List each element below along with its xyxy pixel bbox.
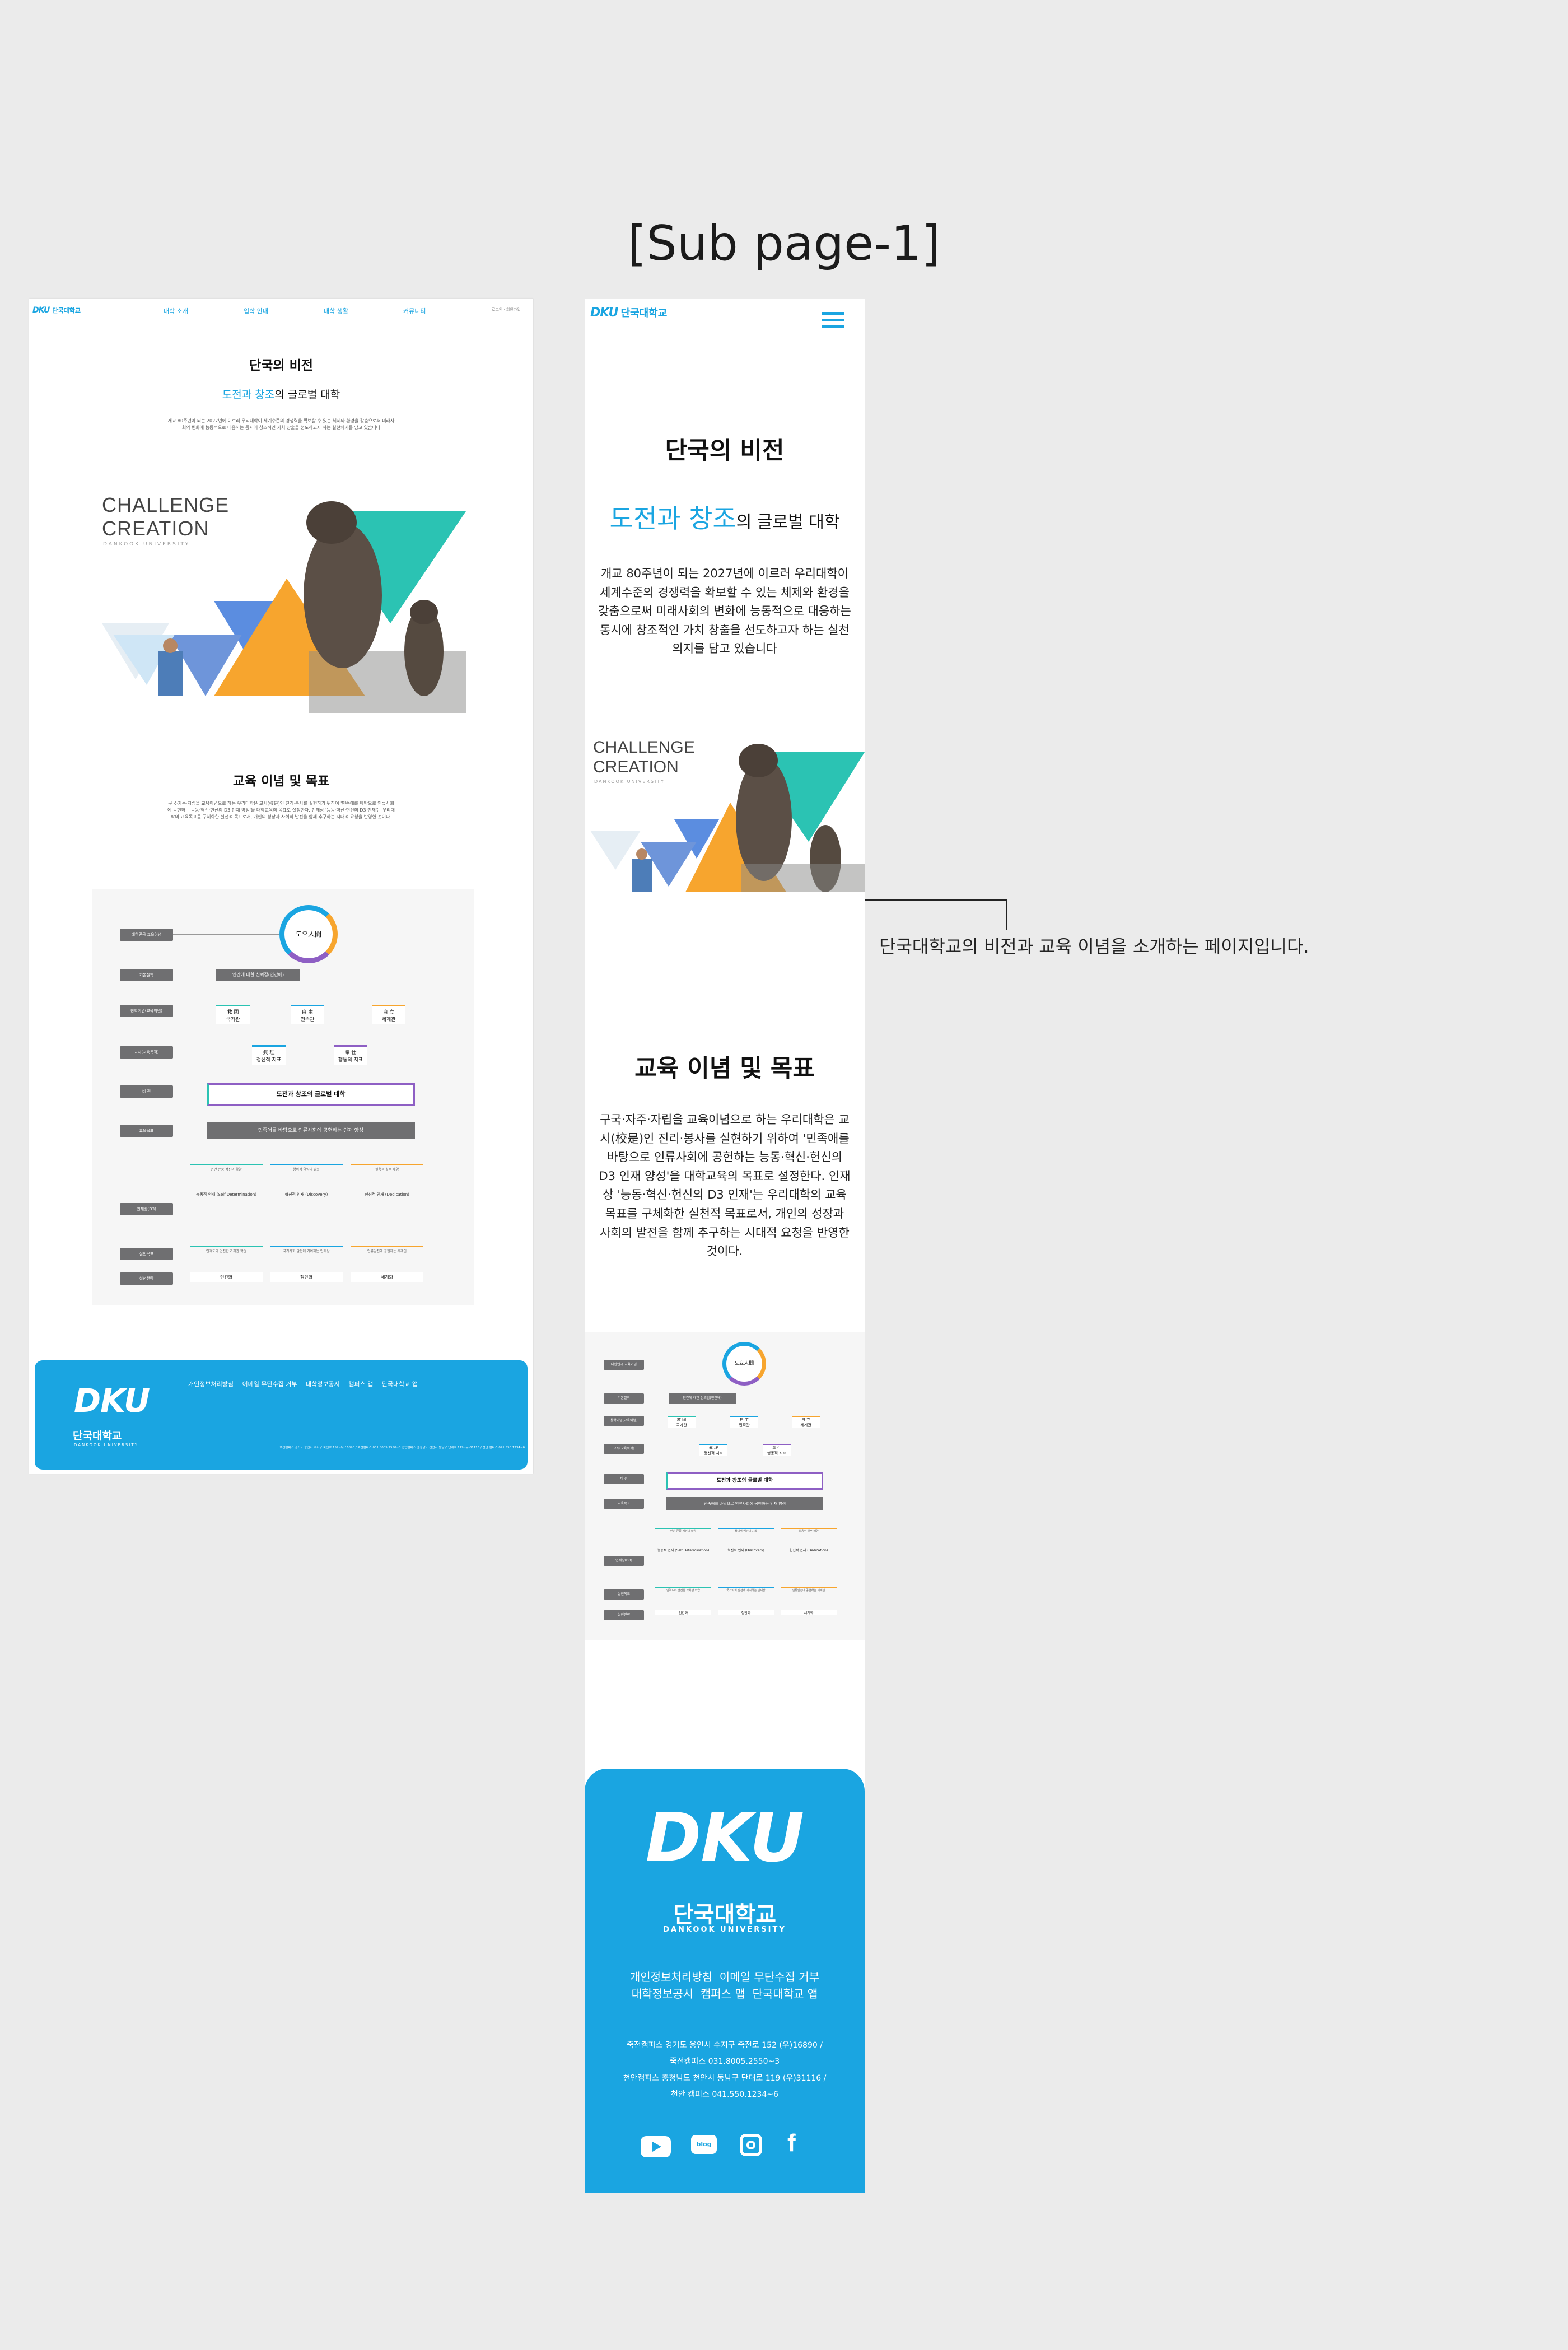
motto-box: 奉 仕 행동적 지표 — [334, 1045, 367, 1065]
logo-name: 단국대학교 — [620, 307, 668, 319]
desktop-mockup: DKU 단국대학교 대학 소개 입학 안내 대학 생활 커뮤니티 로그인 · 회… — [29, 299, 533, 1474]
creation-word: CREATION — [593, 758, 679, 776]
app-link[interactable]: 단국대학교 앱 — [382, 1381, 418, 1388]
education-diagram-mobile: 대한민국 교육이념 기본철학 창학이념(교육이념) 교시(교육목적) 비 전 교… — [585, 1332, 865, 1640]
footer-address: 죽전캠퍼스 경기도 용인시 수지구 죽전로 152 (우)16890 / 죽전캠… — [623, 2041, 827, 2100]
center-circle: 도요人間 — [279, 905, 338, 963]
nav-item-community[interactable]: 커뮤니티 — [403, 306, 426, 315]
mobile-footer: DKU 단국대학교 DANKOOK UNIVERSITY 개인정보처리방침 이메… — [585, 1769, 865, 2193]
d3-title: 능동적 인재 (Self Determination) — [196, 1192, 256, 1197]
diagram-label: 창학이념(교육이념) — [120, 1005, 173, 1017]
email-refusal-link[interactable]: 이메일 무단수집 거부 — [242, 1381, 297, 1388]
education-diagram: 대한민국 교육이념 기본철학 창학이념(교육이념) 교시(교육목적) 비 전 교… — [92, 889, 474, 1305]
instagram-icon[interactable] — [740, 2134, 762, 2156]
blog-icon[interactable]: blog — [691, 2135, 717, 2154]
philosophy-box: 인간에 대한 신뢰감(인간애) — [216, 969, 300, 981]
footer-logo-mark: DKU — [74, 1382, 150, 1420]
youtube-icon[interactable] — [641, 2136, 671, 2157]
challenge-subtitle: DANKOOK UNIVERSITY — [594, 779, 665, 784]
vision-graphic: CHALLENGE CREATION DANKOOK UNIVERSITY — [102, 483, 466, 719]
footer-logo-name: 단국대학교 — [673, 1902, 776, 1928]
campus-map-link[interactable]: 캠퍼스 맵 — [701, 1987, 745, 2001]
strategy-item: 세계화 — [351, 1272, 423, 1282]
d3-title: 혁신적 인재 (Discovery) — [284, 1192, 328, 1197]
logo-name: 단국대학교 — [52, 307, 81, 314]
nav-item-admission[interactable]: 입학 안내 — [244, 306, 268, 315]
social-icons: blog f — [641, 2129, 814, 2158]
vision-title: 단국의 비전 — [249, 358, 313, 373]
motto-box: 眞 理 정신적 지표 — [252, 1045, 286, 1065]
privacy-link[interactable]: 개인정보처리방침 — [630, 1970, 712, 1984]
app-link[interactable]: 단국대학교 앱 — [753, 1987, 818, 2001]
footer-logo-en: DANKOOK UNIVERSITY — [663, 1925, 786, 1934]
header-logo[interactable]: DKU 단국대학교 — [32, 304, 94, 315]
vision-graphic: CHALLENGE CREATION DANKOOK UNIVERSITY — [590, 730, 865, 892]
privacy-link[interactable]: 개인정보처리방침 — [188, 1381, 234, 1388]
strategy-item: 인간화 — [190, 1272, 263, 1282]
annotation-text: 단국대학교의 비전과 교육 이념을 소개하는 페이지입니다. — [879, 936, 1309, 957]
campus-map-link[interactable]: 캠퍼스 맵 — [348, 1381, 373, 1388]
diagram-label: 대한민국 교육이념 — [120, 929, 173, 941]
diagram-label: 교육목표 — [120, 1125, 173, 1137]
hamburger-menu-icon[interactable] — [822, 312, 844, 330]
disclosure-link[interactable]: 대학정보공시 — [306, 1381, 340, 1388]
practice-item: 인격도야 건전한 가치관 학습 — [190, 1246, 263, 1255]
diagram-label: 교시(교육목적) — [120, 1046, 173, 1059]
strategy-item: 첨단화 — [270, 1272, 343, 1282]
signup-link[interactable]: 회원가입 — [506, 307, 521, 312]
challenge-word: CHALLENGE — [102, 493, 230, 516]
logo-mark: DKU — [32, 306, 50, 315]
edu-body: 구국·자주·자립을 교육이념으로 하는 우리대학은 교시(校是)인 진리·봉사를… — [167, 801, 395, 819]
vision-slogan: 도전과 창조의 글로벌 대학 — [29, 386, 533, 402]
edu-title: 교육 이념 및 목표 — [232, 774, 330, 789]
vision-rest: 의 글로벌 대학 — [274, 389, 340, 401]
nav-item-campus-life[interactable]: 대학 생활 — [324, 306, 348, 315]
mobile-mockup: DKU 단국대학교 단국의 비전 도전과 창조의 글로벌 대학 개교 80주년이… — [585, 299, 865, 2193]
d3-head: 창의적 역량의 강화 — [270, 1164, 343, 1173]
d3-title: 헌신적 인재 (Dedication) — [365, 1192, 409, 1197]
challenge-word: CHALLENGE — [593, 738, 695, 757]
d3-head: 인간 존중 정신의 함양 — [190, 1164, 263, 1173]
vision-box: 도전과 창조의 글로벌 대학 — [207, 1083, 415, 1106]
login-link[interactable]: 로그인 — [492, 307, 502, 312]
footer-address-desktop: 죽전캠퍼스 경기도 용인시 수지구 죽전로 152 (우)16890 / 죽전캠… — [279, 1446, 525, 1449]
diagram-label: 인재상(D3) — [120, 1203, 173, 1215]
vision-highlight: 도전과 창조 — [222, 389, 275, 401]
d3-head: 실용적 실무 배양 — [351, 1164, 423, 1173]
footer-logo-en: DANKOOK UNIVERSITY — [74, 1443, 138, 1447]
challenge-subtitle: DANKOOK UNIVERSITY — [103, 542, 190, 547]
nav-item-about[interactable]: 대학 소개 — [164, 306, 188, 315]
mobile-header-logo[interactable]: DKU 단국대학교 — [590, 305, 667, 320]
disclosure-link[interactable]: 대학정보공시 — [632, 1987, 693, 2001]
edu-body: 구국·자주·자립을 교육이념으로 하는 우리대학은 교시(校是)인 진리·봉사를… — [599, 1113, 851, 1258]
util-links: 로그인 · 회원가입 — [492, 307, 521, 312]
edu-title: 교육 이념 및 목표 — [634, 1055, 815, 1083]
ideal-box: 自 主 민족관 — [291, 1005, 324, 1024]
diagram-label: 실천목표 — [120, 1248, 173, 1260]
goal-box: 민족애를 바탕으로 인류사회에 공헌하는 인재 양성 — [207, 1122, 415, 1139]
practice-item: 국가사회 발전에 기여하는 인재상 — [270, 1246, 343, 1255]
footer-logo-mark: DKU — [645, 1799, 805, 1877]
vision-body: 개교 80주년이 되는 2027년에 이르러 우리대학이 세계수준의 경쟁력을 … — [167, 418, 395, 430]
ideal-box: 自 立 세계관 — [372, 1005, 405, 1024]
facebook-icon[interactable]: f — [787, 2129, 796, 2157]
vision-body: 개교 80주년이 되는 2027년에 이르러 우리대학이 세계수준의 경쟁력을 … — [598, 567, 851, 656]
ideal-box: 救 國 국가관 — [216, 1005, 250, 1024]
footer-links: 개인정보처리방침 이메일 무단수집 거부 대학정보공시 캠퍼스 맵 단국대학교 … — [585, 1969, 865, 2002]
desktop-footer: DKU 단국대학교 DANKOOK UNIVERSITY 개인정보처리방침 이메… — [35, 1360, 528, 1470]
logo-mark: DKU — [590, 306, 618, 320]
email-refusal-link[interactable]: 이메일 무단수집 거부 — [720, 1970, 819, 1984]
practice-item: 인류발전에 공헌하는 세계인 — [351, 1246, 423, 1255]
vision-title: 단국의 비전 — [665, 437, 785, 465]
footer-logo-name: 단국대학교 — [73, 1430, 122, 1442]
diagram-label: 실천전략 — [120, 1272, 173, 1285]
footer-links: 개인정보처리방침 이메일 무단수집 거부 대학정보공시 캠퍼스 맵 단국대학교 … — [185, 1379, 421, 1388]
vision-slogan: 도전과 창조의 글로벌 대학 — [609, 503, 840, 534]
diagram-label: 기본철학 — [120, 969, 173, 981]
annotation-connector — [865, 899, 1007, 930]
creation-word: CREATION — [102, 517, 209, 540]
diagram-label: 비 전 — [120, 1085, 173, 1098]
page-title: [Sub page-1] — [627, 216, 941, 272]
